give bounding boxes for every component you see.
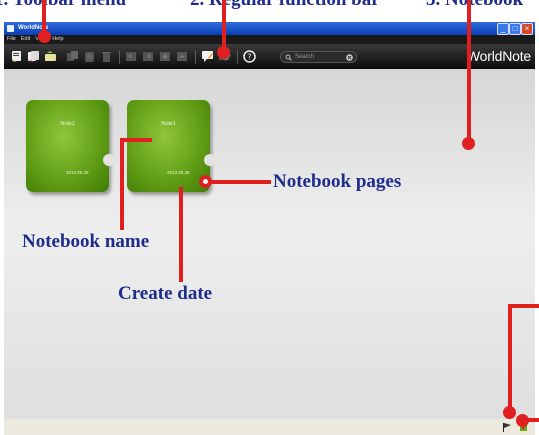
search-input[interactable]: Search bbox=[280, 51, 357, 63]
annotation-line bbox=[222, 0, 226, 50]
annotation-notebook: 3. Notebook bbox=[426, 0, 523, 11]
notebook-pages-notch bbox=[204, 154, 216, 166]
app-window: WorldNote _ □ × File Edit View Help bbox=[4, 22, 535, 435]
page-remove-icon[interactable] bbox=[176, 50, 189, 63]
menu-edit[interactable]: Edit bbox=[21, 35, 30, 44]
menu-file[interactable]: File bbox=[7, 35, 16, 44]
toolbar-separator bbox=[237, 50, 238, 64]
search-placeholder: Search bbox=[295, 54, 315, 60]
notebook-name: Note2 bbox=[60, 121, 75, 127]
svg-text:?: ? bbox=[247, 53, 251, 62]
new-notebook-icon[interactable] bbox=[10, 50, 23, 63]
notebook-card[interactable]: Note2 2013.09.25 bbox=[26, 100, 115, 192]
maximize-button[interactable]: □ bbox=[509, 23, 521, 35]
app-icon bbox=[7, 25, 14, 32]
annotation-line bbox=[467, 0, 471, 143]
menu-bar: File Edit View Help bbox=[4, 35, 535, 44]
top-annotation-band: 1. Toolbar menu 2. Regular function bar … bbox=[0, 0, 539, 22]
annotation-create-date: Create date bbox=[118, 283, 213, 304]
annotation-line bbox=[179, 187, 183, 282]
copy-icon[interactable] bbox=[66, 50, 79, 63]
title-bar: WorldNote _ □ × bbox=[4, 22, 535, 35]
paste-icon[interactable] bbox=[83, 50, 96, 63]
help-icon[interactable]: ? bbox=[243, 50, 256, 63]
status-bar bbox=[4, 419, 535, 435]
annotation-dot bbox=[38, 30, 51, 43]
annotation-regular-function-bar: 2. Regular function bar bbox=[190, 0, 380, 11]
delete-icon[interactable] bbox=[100, 50, 113, 63]
function-toolbar: ? Search WorldNote bbox=[4, 44, 535, 69]
annotation-line bbox=[42, 0, 46, 34]
page-left-icon[interactable] bbox=[125, 50, 138, 63]
annotation-dot bbox=[462, 137, 475, 150]
annotation-dot bbox=[217, 46, 230, 59]
brand-logo: WorldNote bbox=[466, 48, 531, 64]
clear-search-icon[interactable] bbox=[346, 54, 353, 61]
notebook-date: 2013.09.25 bbox=[167, 170, 190, 175]
menu-help[interactable]: Help bbox=[52, 35, 63, 44]
flag-icon[interactable] bbox=[502, 422, 512, 432]
open-notebook-icon[interactable] bbox=[27, 50, 40, 63]
annotation-line bbox=[120, 138, 124, 230]
toolbar-separator bbox=[119, 50, 120, 64]
minimize-button[interactable]: _ bbox=[497, 23, 509, 35]
annotation-toolbar-menu: 1. Toolbar menu bbox=[0, 0, 126, 11]
close-button[interactable]: × bbox=[521, 23, 533, 35]
notebook-name: Note1 bbox=[161, 121, 176, 127]
annotation-line bbox=[120, 138, 152, 142]
annotation-dot bbox=[503, 406, 516, 419]
page-add-icon[interactable] bbox=[159, 50, 172, 63]
toolbar-separator bbox=[195, 50, 196, 64]
annotation-line bbox=[211, 180, 271, 184]
annotation-line bbox=[508, 304, 539, 308]
annotation-notebook-name: Notebook name bbox=[22, 231, 150, 252]
notebook-pages-notch bbox=[103, 154, 115, 166]
annotation-line bbox=[508, 304, 512, 408]
notebook-card[interactable]: Note1 2013.09.25 bbox=[127, 100, 216, 192]
note-edit-icon[interactable] bbox=[201, 50, 214, 63]
page-right-icon[interactable] bbox=[142, 50, 155, 63]
annotation-dot bbox=[516, 414, 529, 427]
search-icon bbox=[285, 54, 292, 61]
annotation-notebook-pages: Notebook pages bbox=[273, 171, 402, 192]
import-icon[interactable] bbox=[44, 50, 57, 63]
notebook-date: 2013.09.25 bbox=[66, 170, 89, 175]
